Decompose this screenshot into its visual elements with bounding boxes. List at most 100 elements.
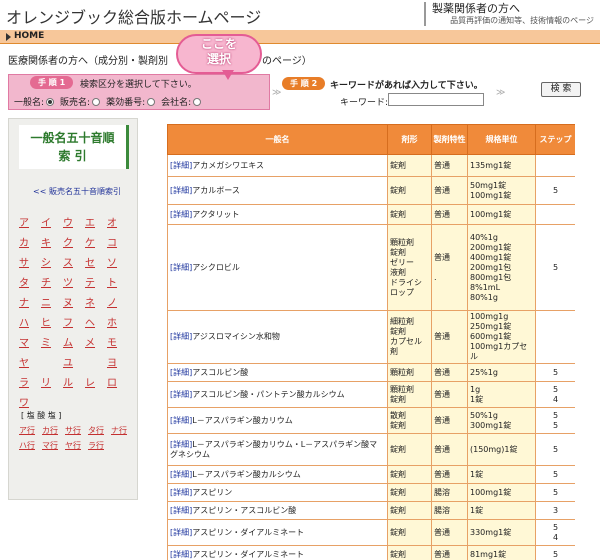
formulation-cell: 普通 <box>431 176 468 205</box>
step-cell <box>535 154 575 177</box>
kana-index-link[interactable]: テ <box>85 277 107 291</box>
detail-link[interactable]: [詳細] <box>170 332 192 341</box>
kana-index-link[interactable]: ヘ <box>85 317 107 331</box>
step-cell <box>535 310 575 364</box>
detail-link[interactable]: [詳細] <box>170 506 192 515</box>
detail-link[interactable]: [詳細] <box>170 550 192 559</box>
detail-link[interactable]: [詳細] <box>170 440 192 449</box>
salt-index-link[interactable]: ラ行 <box>88 440 111 451</box>
kana-index-link[interactable]: カ <box>19 237 41 251</box>
table-header-row: 一般名 剤形 製剤特性 規格単位 ステップ <box>167 124 575 155</box>
kana-index-link[interactable]: ワ <box>19 397 41 411</box>
detail-link[interactable]: [詳細] <box>170 488 192 497</box>
drug-name-cell: [詳細]アスピリン <box>167 483 388 502</box>
radio-button[interactable] <box>92 97 101 106</box>
detail-link[interactable]: [詳細] <box>170 263 192 272</box>
kana-index-link[interactable]: ミ <box>41 337 63 351</box>
kana-index-link[interactable]: ロ <box>107 377 129 391</box>
kana-index-link[interactable]: ウ <box>63 217 85 231</box>
kana-index-link[interactable]: ヨ <box>107 357 129 371</box>
kana-index-link[interactable]: チ <box>41 277 63 291</box>
kana-index-link[interactable]: ム <box>63 337 85 351</box>
search-type-option[interactable]: 薬効番号: <box>106 95 156 108</box>
unit-cell: 100mg1錠 <box>467 204 536 225</box>
kana-index-link[interactable]: サ <box>19 257 41 271</box>
kana-index-link[interactable]: エ <box>85 217 107 231</box>
kana-index-link[interactable]: ケ <box>85 237 107 251</box>
kana-index-link[interactable]: ク <box>63 237 85 251</box>
kana-index-link[interactable]: ノ <box>107 297 129 311</box>
salt-index-link[interactable]: ヤ行 <box>65 440 88 451</box>
radio-button[interactable] <box>46 97 55 106</box>
search-button[interactable]: 検 索 <box>541 82 581 97</box>
detail-link[interactable]: [詳細] <box>170 368 192 377</box>
unit-cell: 1錠 <box>467 501 536 520</box>
detail-link[interactable]: [詳細] <box>170 390 192 399</box>
drug-name: アスピリン・アスコルビン酸 <box>192 505 297 515</box>
kana-index-link[interactable]: ハ <box>19 317 41 331</box>
search-type-option[interactable]: 販売名: <box>60 95 101 108</box>
kana-index-link[interactable]: ア <box>19 217 41 231</box>
detail-link[interactable]: [詳細] <box>170 528 192 537</box>
kana-index-link[interactable]: メ <box>85 337 107 351</box>
kana-index-link[interactable]: レ <box>85 377 107 391</box>
step1-label: 検索区分を選択して下さい。 <box>80 80 197 90</box>
salt-index-link[interactable]: ア行 <box>19 425 42 436</box>
formulation-cell: 腸溶 <box>431 501 468 520</box>
kana-index-link[interactable]: マ <box>19 337 41 351</box>
table-row: [詳細]L－アスパラギン酸カルシウム 錠剤 普通 1錠 5 <box>167 465 575 484</box>
kana-index-link[interactable]: ユ <box>63 357 85 371</box>
detail-link[interactable]: [詳細] <box>170 186 192 195</box>
kana-index-link[interactable]: オ <box>107 217 129 231</box>
detail-link[interactable]: [詳細] <box>170 161 192 170</box>
salt-index-link[interactable]: カ行 <box>42 425 65 436</box>
kana-index-link[interactable]: ル <box>63 377 85 391</box>
chevron-right-icon: ≫ <box>272 88 282 98</box>
kana-index-link[interactable]: リ <box>41 377 63 391</box>
kana-index-link[interactable]: ス <box>63 257 85 271</box>
drug-name-cell: [詳細]アクタリット <box>167 204 388 225</box>
kana-index-link[interactable]: キ <box>41 237 63 251</box>
results-table: 一般名 剤形 製剤特性 規格単位 ステップ [詳細]アカメガシワエキス 錠剤 普通 135mg… <box>167 124 575 560</box>
salt-index-link[interactable]: タ行 <box>88 425 111 436</box>
kana-index-link[interactable]: セ <box>85 257 107 271</box>
brand-name-index-link[interactable]: << 販売名五十音順索引 <box>33 186 121 197</box>
kana-index-link[interactable]: シ <box>41 257 63 271</box>
kana-index-link[interactable]: ソ <box>107 257 129 271</box>
kana-index-link[interactable]: ヒ <box>41 317 63 331</box>
kana-index-link[interactable]: ニ <box>41 297 63 311</box>
drug-name-cell: [詳細]アスピリン・アスコルビン酸 <box>167 501 388 520</box>
search-type-option[interactable]: 会社名: <box>161 95 202 108</box>
results-table-wrapper[interactable]: 一般名 剤形 製剤特性 規格単位 ステップ [詳細]アカメガシワエキス 錠剤 普通 135mg… <box>167 124 575 560</box>
radio-button[interactable] <box>193 97 202 106</box>
dosage-form-cell: 錠剤 <box>387 154 432 177</box>
search-type-option[interactable]: 一般名: <box>14 95 55 108</box>
callout-bubble: ここを 選択 <box>176 34 262 74</box>
detail-link[interactable]: [詳細] <box>170 416 192 425</box>
salt-index-link[interactable]: ナ行 <box>111 425 134 436</box>
detail-link[interactable]: [詳細] <box>170 470 192 479</box>
kana-index-link[interactable]: ナ <box>19 297 41 311</box>
kana-index-link[interactable]: コ <box>107 237 129 251</box>
kana-index-link[interactable]: ツ <box>63 277 85 291</box>
detail-link[interactable]: [詳細] <box>170 210 192 219</box>
kana-index-link[interactable]: イ <box>41 217 63 231</box>
salt-index-link[interactable]: サ行 <box>65 425 88 436</box>
kana-index-link[interactable]: ヌ <box>63 297 85 311</box>
kana-index-link[interactable]: ヤ <box>19 357 41 371</box>
kana-index-link[interactable]: モ <box>107 337 129 351</box>
dosage-form-cell: 錠剤 <box>387 204 432 225</box>
kana-index-link[interactable]: ホ <box>107 317 129 331</box>
salt-index-link[interactable]: マ行 <box>42 440 65 451</box>
kana-index-link[interactable]: ネ <box>85 297 107 311</box>
pharma-link-title[interactable]: 製薬関係者の方へ <box>432 2 594 15</box>
kana-index-link[interactable]: ト <box>107 277 129 291</box>
pharma-link-box[interactable]: 製薬関係者の方へ 品質再評価の通知等、技術情報のページ <box>424 2 594 26</box>
kana-index-link[interactable]: ラ <box>19 377 41 391</box>
keyword-input[interactable] <box>388 93 484 106</box>
kana-index-link[interactable]: タ <box>19 277 41 291</box>
kana-index-link[interactable]: フ <box>63 317 85 331</box>
salt-index-link[interactable]: ハ行 <box>19 440 42 451</box>
radio-button[interactable] <box>147 97 156 106</box>
home-link[interactable]: HOME <box>14 31 44 41</box>
